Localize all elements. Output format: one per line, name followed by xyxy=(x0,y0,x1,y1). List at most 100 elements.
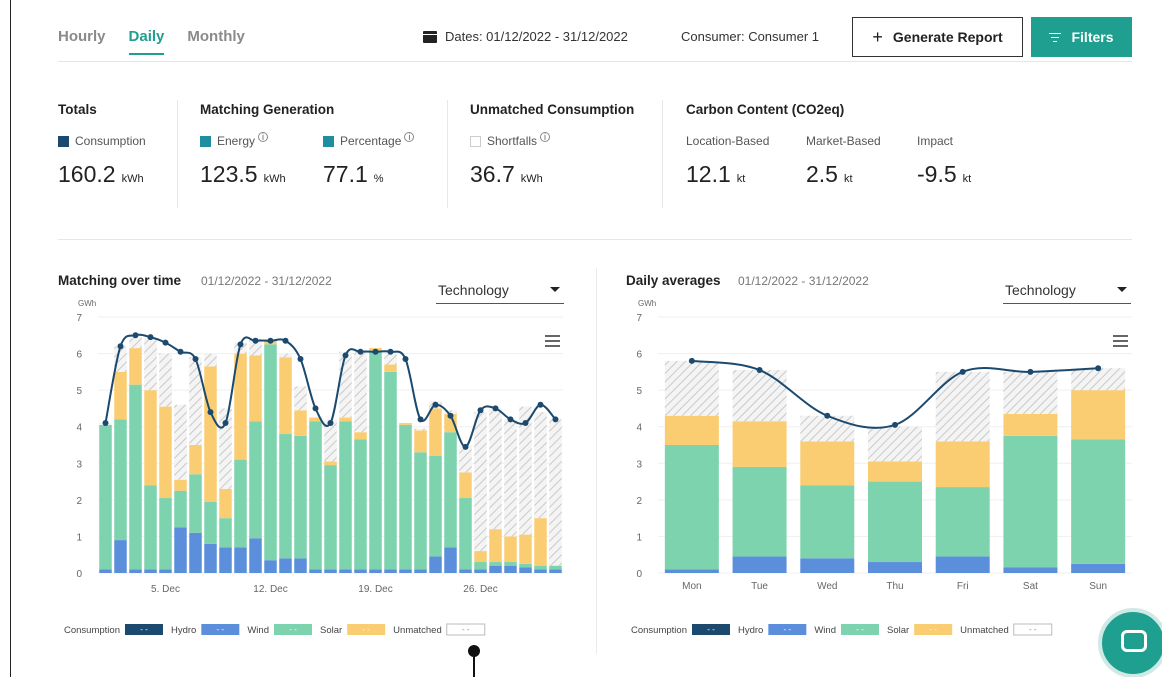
consumption-point xyxy=(222,420,229,427)
shortfalls-swatch xyxy=(470,135,481,147)
bar-segment-hydro xyxy=(474,569,487,573)
bar-segment-solar xyxy=(204,366,217,502)
bar-segment-hydro xyxy=(868,562,922,573)
consumption-point xyxy=(282,337,289,344)
consumption-point xyxy=(462,443,469,450)
bar-segment-solar xyxy=(800,441,855,486)
y-tick-label: 0 xyxy=(636,569,642,580)
bar-segment-unmatched xyxy=(174,404,187,480)
filters-button[interactable]: Filters xyxy=(1031,17,1132,57)
bar-segment-unmatched xyxy=(489,408,502,530)
energy-legend: Energy i xyxy=(200,132,269,148)
x-tick-label: 12. Dec xyxy=(253,584,287,595)
consumption-point xyxy=(312,405,319,412)
bar-segment-wind xyxy=(732,466,787,557)
caret-down-icon xyxy=(550,287,560,292)
info-icon[interactable]: i xyxy=(404,132,415,142)
bar-segment-wind xyxy=(868,481,922,563)
bar-segment-hydro xyxy=(1003,567,1058,573)
bar-segment-wind xyxy=(444,432,457,548)
bar-segment-solar xyxy=(732,421,787,467)
bar-segment-hydro xyxy=(429,556,442,573)
bar-segment-wind xyxy=(324,465,337,570)
consumption-point xyxy=(477,407,484,414)
bar-segment-wind xyxy=(339,421,352,570)
bar-segment-hydro xyxy=(144,569,157,573)
percentage-legend: Percentage i xyxy=(323,132,415,148)
consumption-point xyxy=(357,348,364,355)
bar-segment-wind xyxy=(399,424,412,570)
bar-segment-unmatched xyxy=(935,371,990,442)
bar-segment-solar xyxy=(219,488,232,519)
date-range-picker[interactable]: Dates: 01/12/2022 - 31/12/2022 xyxy=(423,29,628,44)
bar-segment-solar xyxy=(414,430,427,453)
shortfalls-number: 36.7 xyxy=(470,161,515,187)
bar-segment-hydro xyxy=(294,558,307,573)
consumption-label: Consumption xyxy=(75,134,146,148)
bar-segment-wind xyxy=(800,485,855,559)
legend-swatch-dash: - - xyxy=(784,625,792,634)
percentage-unit: % xyxy=(373,173,384,185)
bar-segment-hydro xyxy=(935,556,990,573)
bar-segment-wind xyxy=(114,419,127,541)
info-icon[interactable]: i xyxy=(540,132,551,142)
y-tick-label: 7 xyxy=(76,313,82,324)
y-tick-label: 5 xyxy=(636,386,642,397)
impact-unit: kt xyxy=(962,173,972,185)
bar-segment-unmatched xyxy=(1071,368,1126,391)
bar-segment-wind xyxy=(459,498,472,570)
bar-segment-wind xyxy=(414,452,427,570)
bar-segment-unmatched xyxy=(474,412,487,552)
x-tick-label: 19. Dec xyxy=(358,584,392,595)
tab-bar: Hourly Daily Monthly xyxy=(58,28,245,55)
bar-segment-solar xyxy=(174,479,187,491)
bar-segment-hydro xyxy=(664,569,719,573)
bar-segment-solar xyxy=(189,445,202,475)
bar-segment-wind xyxy=(219,518,232,548)
x-tick-label: Tue xyxy=(751,581,768,592)
tab-daily[interactable]: Daily xyxy=(128,28,165,55)
bar-segment-solar xyxy=(1071,390,1126,440)
generate-report-button[interactable]: + Generate Report xyxy=(852,17,1023,57)
bar-segment-wind xyxy=(429,455,442,557)
tab-hourly[interactable]: Hourly xyxy=(58,28,106,55)
bar-segment-solar xyxy=(249,355,262,422)
energy-label: Energy xyxy=(217,134,256,148)
bar-segment-solar xyxy=(429,408,442,456)
legend-swatch-dash: - - xyxy=(929,625,937,634)
percentage-label: Percentage xyxy=(340,134,402,148)
consumption-value: 160.2 kWh xyxy=(58,161,144,188)
energy-unit: kWh xyxy=(263,173,286,185)
y-tick-label: 2 xyxy=(76,496,82,507)
consumption-point xyxy=(688,357,695,364)
info-icon[interactable]: i xyxy=(258,132,269,142)
matching-over-time-chart: GWh 0 1 2 3 4 5 6 7 5. Dec 12. Dec 19. Dec 26. Dec Co… xyxy=(64,299,563,636)
bar-segment-wind xyxy=(369,351,382,570)
bar-segment-wind xyxy=(519,563,532,568)
energy-number: 123.5 xyxy=(200,161,258,187)
impact-value: -9.5 kt xyxy=(917,161,971,188)
bar-segment-wind xyxy=(354,439,367,570)
plus-icon: + xyxy=(872,26,883,47)
bar-segment-unmatched xyxy=(144,337,157,391)
impact-label: Impact xyxy=(917,134,954,148)
bar-segment-solar xyxy=(868,461,922,482)
bar-segment-wind xyxy=(1071,439,1126,564)
bar-segment-hydro xyxy=(414,569,427,573)
bar-segment-wind xyxy=(234,459,247,548)
matching-over-time-range: 01/12/2022 - 31/12/2022 xyxy=(201,274,332,288)
legend-swatch-dash: - - xyxy=(140,625,148,634)
bar-segment-unmatched xyxy=(534,412,547,519)
bar-segment-wind xyxy=(309,421,322,570)
consumer-selector[interactable]: Consumer: Consumer 1 xyxy=(681,29,819,44)
bar-segment-hydro xyxy=(354,569,367,573)
bar-segment-hydro xyxy=(444,547,457,573)
tab-monthly[interactable]: Monthly xyxy=(187,28,245,55)
consumption-point xyxy=(492,405,499,412)
y-tick-label: 3 xyxy=(636,459,642,470)
bar-segment-hydro xyxy=(219,547,232,573)
kpi-divider xyxy=(177,100,178,208)
bar-segment-hydro xyxy=(489,565,502,573)
chat-button[interactable] xyxy=(1098,608,1162,677)
consumption-swatch xyxy=(58,135,69,147)
